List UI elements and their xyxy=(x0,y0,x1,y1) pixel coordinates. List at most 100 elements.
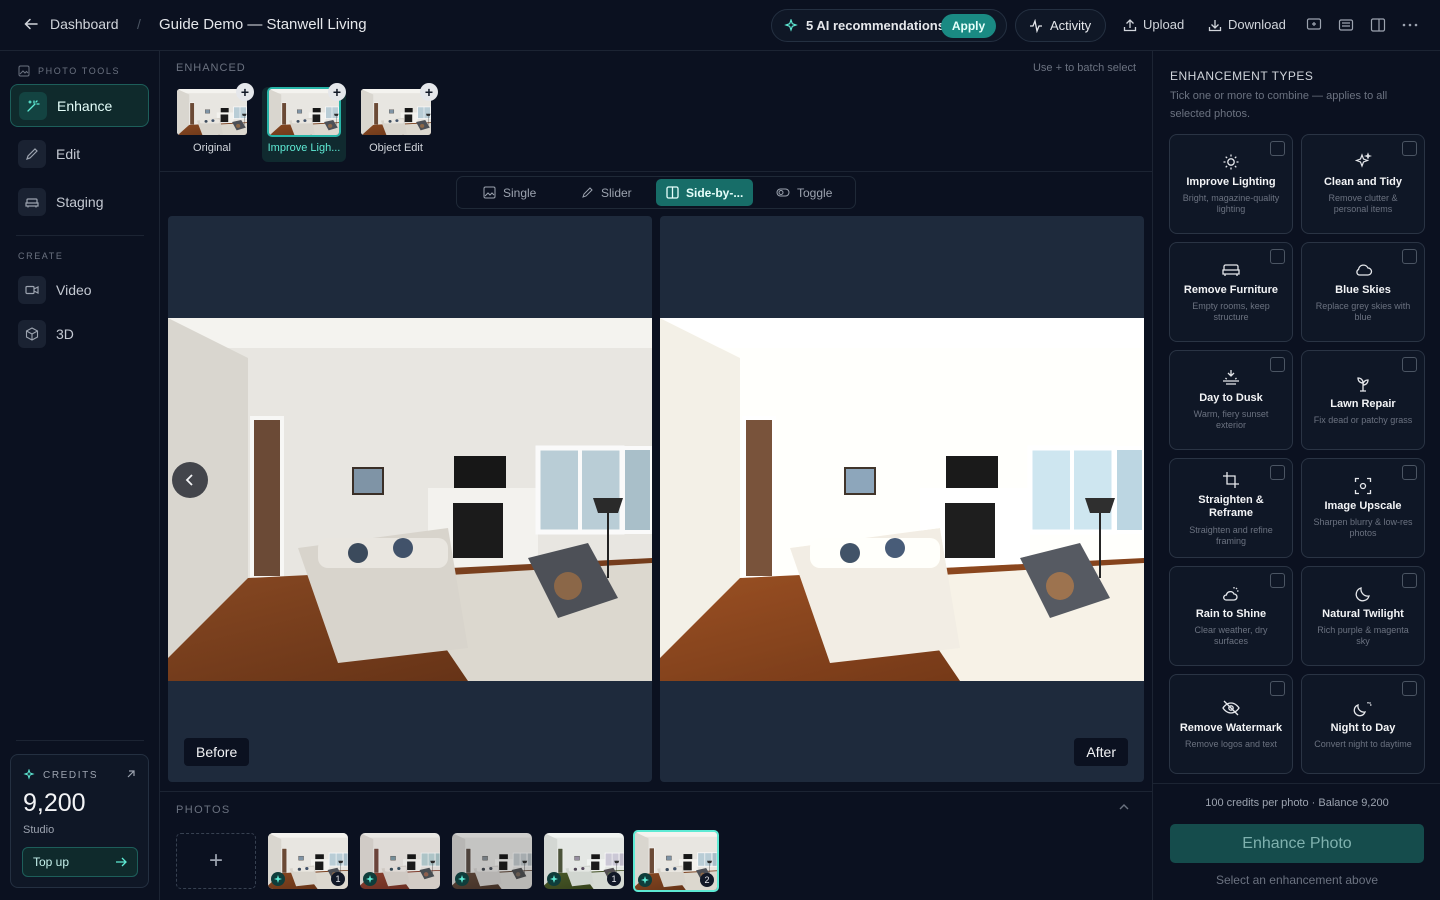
version-object-edit[interactable]: + Object Edit xyxy=(354,83,438,154)
version-improve-lighting[interactable]: + Improve Ligh... xyxy=(262,83,346,162)
enhancement-card-night-to-day[interactable]: Night to Day Convert night to daytime xyxy=(1301,674,1425,774)
credits-label: CREDITS xyxy=(43,769,99,781)
checkbox[interactable] xyxy=(1270,357,1285,372)
sunset-icon xyxy=(1223,370,1239,385)
plus-icon[interactable]: + xyxy=(328,83,346,101)
photo-tools-section-label: PHOTO TOOLS xyxy=(18,65,120,77)
enhancement-types-subtitle: Tick one or more to combine — applies to… xyxy=(1170,90,1388,120)
view-mode-switch: Single Slider Side-by-... Toggle xyxy=(456,176,856,209)
activity-label: Activity xyxy=(1050,18,1092,33)
checkbox[interactable] xyxy=(1402,141,1417,156)
checkbox[interactable] xyxy=(1270,141,1285,156)
enhancement-card-improve-lighting[interactable]: Improve Lighting Bright, magazine-qualit… xyxy=(1169,134,1293,234)
enhancement-card-clean-and-tidy[interactable]: Clean and Tidy Remove clutter & personal… xyxy=(1301,134,1425,234)
checkbox[interactable] xyxy=(1270,465,1285,480)
sidebar-item-enhance[interactable]: Enhance xyxy=(10,84,149,127)
after-label: After xyxy=(1074,738,1128,766)
sun-icon xyxy=(1223,154,1239,170)
upload-button[interactable]: Upload xyxy=(1123,17,1184,32)
crop-icon xyxy=(1223,472,1239,488)
checkbox[interactable] xyxy=(1270,249,1285,264)
photo-thumbnail[interactable]: 1 xyxy=(544,833,624,889)
panel-toggle-icon[interactable] xyxy=(1370,17,1386,33)
upload-label: Upload xyxy=(1143,17,1185,32)
sidebar-item-video[interactable]: Video xyxy=(10,268,149,311)
photo-count-badge: 1 xyxy=(607,872,621,886)
apply-button[interactable]: Apply xyxy=(941,14,996,38)
sidebar-item-edit[interactable]: Edit xyxy=(10,132,149,175)
before-photo xyxy=(168,318,652,681)
enhancement-card-lawn-repair[interactable]: Lawn Repair Fix dead or patchy grass xyxy=(1301,350,1425,450)
chevron-up-icon[interactable] xyxy=(1118,803,1130,811)
sidebar-item-label: Edit xyxy=(56,145,81,162)
ai-recommendations-pill[interactable]: 5 AI recommendations Apply xyxy=(771,9,1007,42)
more-options-icon[interactable] xyxy=(1402,22,1418,28)
columns-icon xyxy=(666,186,679,199)
activity-button[interactable]: Activity xyxy=(1015,9,1106,42)
cloud-icon xyxy=(1356,264,1373,276)
credits-label-row: CREDITS xyxy=(23,769,98,781)
credits-value: 9,200 xyxy=(23,789,86,817)
enhancement-card-rain-to-shine[interactable]: Rain to Shine Clear weather, dry surface… xyxy=(1169,566,1293,666)
enhancement-types-title: ENHANCEMENT TYPES xyxy=(1170,69,1314,83)
enhance-photo-button[interactable]: Enhance Photo xyxy=(1170,824,1424,863)
plus-icon[interactable]: + xyxy=(236,83,254,101)
checkbox[interactable] xyxy=(1402,465,1417,480)
view-mode-side-by-side[interactable]: Side-by-... xyxy=(656,179,754,206)
enhancement-card-remove-watermark[interactable]: Remove Watermark Remove logos and text xyxy=(1169,674,1293,774)
sidebar-item-3d[interactable]: 3D xyxy=(10,312,149,355)
chevron-left-icon xyxy=(185,474,193,486)
enhancement-card-day-to-dusk[interactable]: Day to Dusk Warm, fiery sunset exterior xyxy=(1169,350,1293,450)
sparkles-icon xyxy=(784,18,798,32)
enhanced-label: ENHANCED xyxy=(176,62,246,74)
download-icon xyxy=(1208,19,1222,31)
enhancement-card-remove-furniture[interactable]: Remove Furniture Empty rooms, keep struc… xyxy=(1169,242,1293,342)
photos-label: PHOTOS xyxy=(176,804,231,816)
pen-icon xyxy=(582,187,593,198)
checkbox[interactable] xyxy=(1402,249,1417,264)
comment-icon[interactable] xyxy=(1306,17,1322,33)
after-panel: After xyxy=(660,216,1144,782)
photo-thumbnail[interactable] xyxy=(452,833,532,889)
checkbox[interactable] xyxy=(1270,681,1285,696)
plus-icon[interactable]: + xyxy=(420,83,438,101)
checkbox[interactable] xyxy=(1270,573,1285,588)
version-label: Original xyxy=(193,142,231,154)
cloud-sun-icon xyxy=(1223,587,1239,601)
keyboard-icon[interactable] xyxy=(1338,17,1354,33)
previous-photo-button[interactable] xyxy=(172,462,208,498)
checkbox[interactable] xyxy=(1402,357,1417,372)
sofa-icon xyxy=(1222,264,1240,276)
download-button[interactable]: Download xyxy=(1208,17,1286,32)
enhanced-icon xyxy=(638,873,652,887)
arrow-right-icon xyxy=(116,857,127,867)
enhancement-card-image-upscale[interactable]: Image Upscale Sharpen blurry & low-res p… xyxy=(1301,458,1425,558)
view-mode-toggle[interactable]: Toggle xyxy=(766,179,842,206)
checkbox[interactable] xyxy=(1402,681,1417,696)
version-original[interactable]: + Original xyxy=(170,83,254,154)
back-to-dashboard-link[interactable]: Dashboard xyxy=(24,16,119,32)
sidebar-divider xyxy=(16,740,144,741)
checkbox[interactable] xyxy=(1402,573,1417,588)
photo-thumbnail[interactable]: 1 xyxy=(268,833,348,889)
sidebar-item-staging[interactable]: Staging xyxy=(10,180,149,223)
magic-wand-icon xyxy=(19,91,47,120)
top-bar: Dashboard / Guide Demo — Stanwell Living… xyxy=(0,0,1440,51)
view-mode-slider[interactable]: Slider xyxy=(571,179,642,206)
photo-thumbnail[interactable] xyxy=(360,833,440,889)
add-photo-button[interactable]: + xyxy=(176,833,256,889)
after-photo xyxy=(660,318,1144,681)
enhancement-card-blue-skies[interactable]: Blue Skies Replace grey skies with blue xyxy=(1301,242,1425,342)
cube-icon xyxy=(18,319,46,348)
photo-thumbnail-selected[interactable]: 2 xyxy=(633,830,719,892)
image-icon xyxy=(18,65,30,77)
sidebar-divider xyxy=(16,235,144,236)
view-mode-single[interactable]: Single xyxy=(473,179,546,206)
page-title: Guide Demo — Stanwell Living xyxy=(159,16,367,33)
enhancement-card-straighten-reframe[interactable]: Straighten & Reframe Straighten and refi… xyxy=(1169,458,1293,558)
external-arrow-icon[interactable] xyxy=(126,769,136,779)
version-label: Object Edit xyxy=(369,142,423,154)
enhancement-card-natural-twilight[interactable]: Natural Twilight Rich purple & magenta s… xyxy=(1301,566,1425,666)
image-icon xyxy=(483,186,496,199)
top-up-button[interactable]: Top up xyxy=(22,847,138,877)
